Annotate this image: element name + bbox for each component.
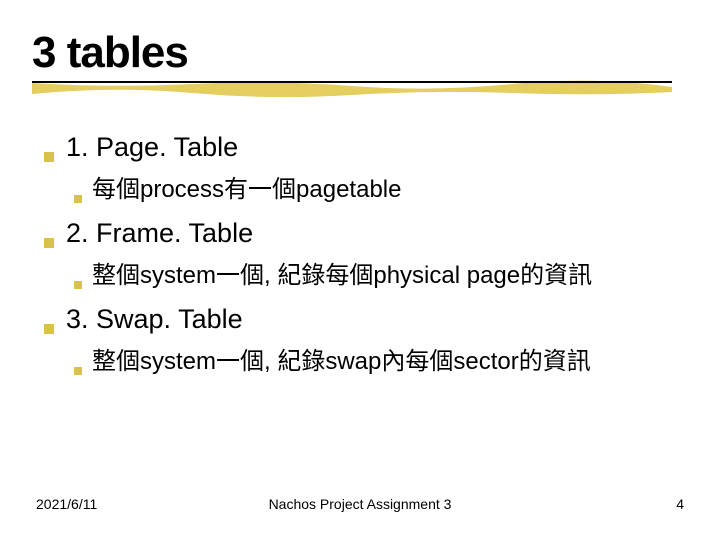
list-item: 3. Swap. Table xyxy=(44,304,688,335)
footer-date: 2021/6/11 xyxy=(36,496,97,512)
footer: 2021/6/11 Nachos Project Assignment 3 4 xyxy=(0,496,720,512)
bullet-icon xyxy=(44,152,54,162)
content-area: 1. Page. Table 每個process有一個pagetable 2. … xyxy=(32,132,688,376)
list-subitem: 整個system一個, 紀錄swap內每個sector的資訊 xyxy=(74,341,688,376)
item-heading: 3. Swap. Table xyxy=(66,304,243,335)
item-sub: 每個process有一個pagetable xyxy=(92,169,401,204)
slide-title: 3 tables xyxy=(32,28,688,78)
list-item: 1. Page. Table xyxy=(44,132,688,163)
footer-page: 4 xyxy=(676,496,684,512)
bullet-icon xyxy=(44,324,54,334)
item-heading: 2. Frame. Table xyxy=(66,218,253,249)
item-sub: 整個system一個, 紀錄swap內每個sector的資訊 xyxy=(92,341,591,376)
brush-underline-icon xyxy=(32,80,672,98)
title-underline xyxy=(32,80,688,98)
slide: 3 tables 1. Page. Table 每個process有一個page… xyxy=(0,0,720,540)
list-subitem: 每個process有一個pagetable xyxy=(74,169,688,204)
bullet-icon xyxy=(74,281,82,289)
list-subitem: 整個system一個, 紀錄每個physical page的資訊 xyxy=(74,255,688,290)
list-item: 2. Frame. Table xyxy=(44,218,688,249)
bullet-icon xyxy=(74,195,82,203)
footer-title: Nachos Project Assignment 3 xyxy=(269,496,452,512)
bullet-icon xyxy=(74,367,82,375)
item-heading: 1. Page. Table xyxy=(66,132,238,163)
bullet-icon xyxy=(44,238,54,248)
item-sub: 整個system一個, 紀錄每個physical page的資訊 xyxy=(92,255,592,290)
